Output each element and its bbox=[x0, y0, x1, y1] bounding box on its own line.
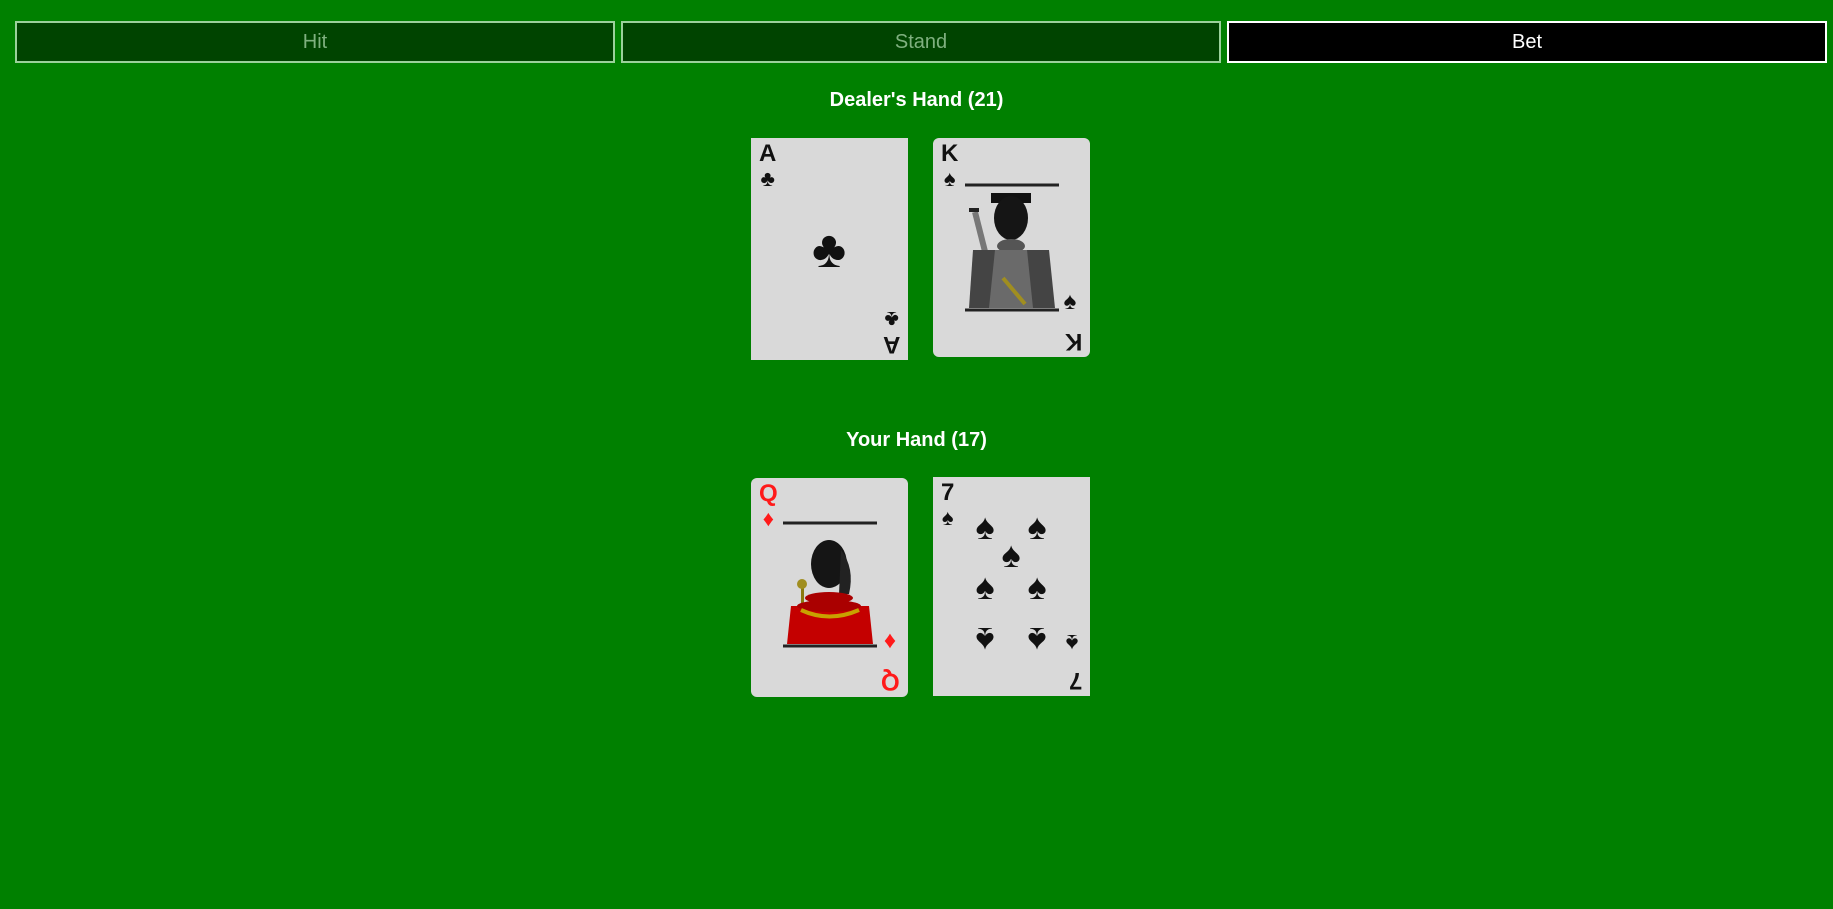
card-index-top: A ♣ bbox=[759, 140, 777, 192]
diamond-icon: ♦ bbox=[883, 627, 897, 654]
spade-icon: ♠ bbox=[1027, 506, 1047, 547]
king-of-spades-figure-icon bbox=[965, 183, 1059, 312]
hit-button[interactable]: Hit bbox=[15, 21, 615, 63]
club-icon: ♣ bbox=[760, 166, 775, 191]
card-index-top: 7 ♠ bbox=[941, 479, 955, 531]
spade-icon: ♠ bbox=[975, 620, 995, 661]
spade-icon: ♠ bbox=[975, 566, 995, 607]
spade-icon: ♠ bbox=[1027, 620, 1047, 661]
card-index-bottom: 7 bbox=[1068, 667, 1082, 694]
spade-icon: ♠ bbox=[1027, 566, 1047, 607]
club-icon: ♣ bbox=[811, 221, 847, 279]
dealer-hand-title: Dealer's Hand (21) bbox=[829, 89, 1004, 111]
action-bar: Hit Stand Bet bbox=[15, 21, 1827, 63]
spade-icon: ♠ bbox=[1063, 288, 1077, 315]
club-icon: ♣ bbox=[884, 307, 899, 332]
spade-icon: ♠ bbox=[941, 505, 954, 530]
stand-button[interactable]: Stand bbox=[621, 21, 1221, 63]
player-card-2: 7 ♠ ♠ ♠ ♠ ♠ ♠ ♠ ♠ ♠ 7 bbox=[933, 477, 1090, 696]
card-index-bottom: Q bbox=[881, 668, 900, 695]
dealer-card-1: A ♣ ♣ A ♣ bbox=[751, 138, 908, 360]
spade-icon: ♠ bbox=[1065, 629, 1079, 656]
queen-of-diamonds-figure-icon bbox=[783, 521, 877, 648]
bet-button[interactable]: Bet bbox=[1227, 21, 1827, 63]
player-card-1: Q ♦ ♦ Q bbox=[751, 478, 908, 697]
player-hand-title: Your Hand (17) bbox=[846, 429, 987, 451]
spade-icon: ♠ bbox=[1001, 534, 1021, 575]
card-index-bottom: A ♣ bbox=[882, 307, 900, 358]
spade-icon: ♠ bbox=[975, 506, 995, 547]
dealer-card-2: K ♠ ♠ K bbox=[933, 138, 1090, 357]
card-index-bottom: K bbox=[1064, 328, 1082, 355]
